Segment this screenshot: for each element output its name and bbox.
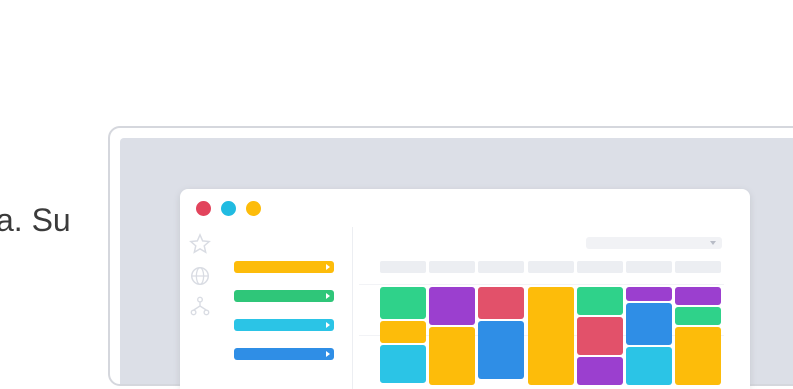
- app-window-illustration: [180, 189, 750, 389]
- board-cell: [626, 303, 672, 345]
- chevron-right-icon: [326, 293, 330, 299]
- menu-item-3: [234, 319, 334, 331]
- board-header-row: [380, 261, 724, 273]
- chevron-right-icon: [326, 351, 330, 357]
- board-column: [527, 287, 574, 389]
- board-column: [576, 287, 623, 389]
- close-dot: [196, 201, 211, 216]
- board-column: [675, 287, 722, 389]
- minimize-dot: [221, 201, 236, 216]
- board-cell: [527, 287, 574, 385]
- chevron-down-icon: [710, 241, 716, 245]
- board-content: [353, 227, 750, 389]
- column-header-cell: [380, 261, 426, 273]
- column-header-cell: [576, 261, 623, 273]
- board-cell: [675, 327, 722, 385]
- org-chart-icon: [190, 296, 210, 316]
- board-cell: [576, 287, 623, 315]
- board-cell: [576, 357, 623, 385]
- column-header-cell: [429, 261, 476, 273]
- board-cell: [429, 287, 476, 325]
- menu-item-1: [234, 261, 334, 273]
- board-cell: [478, 321, 525, 379]
- board-column: [380, 287, 426, 389]
- board-cell: [626, 287, 672, 301]
- side-menu: [220, 227, 353, 389]
- menu-item-2: [234, 290, 334, 302]
- column-header-cell: [626, 261, 672, 273]
- board-cell: [380, 345, 426, 383]
- column-header-cell: [527, 261, 574, 273]
- board-cell: [429, 327, 476, 385]
- board-cell: [380, 321, 426, 343]
- board-cell: [626, 347, 672, 385]
- menu-item-4: [234, 348, 334, 360]
- board-cell: [478, 287, 525, 319]
- star-icon: [189, 233, 211, 254]
- filter-dropdown: [586, 237, 722, 249]
- window-titlebar: [180, 189, 750, 227]
- board-cell: [380, 287, 426, 319]
- chevron-right-icon: [326, 322, 330, 328]
- board-cell: [675, 307, 722, 325]
- column-header-cell: [675, 261, 722, 273]
- maximize-dot: [246, 201, 261, 216]
- body-text-fragment: a. Su: [0, 202, 71, 238]
- gridline: [359, 284, 724, 285]
- board-column: [478, 287, 525, 389]
- chevron-right-icon: [326, 264, 330, 270]
- globe-icon: [191, 267, 209, 285]
- icon-rail: [180, 227, 220, 389]
- board-cell: [675, 287, 722, 305]
- board-cell: [576, 317, 623, 355]
- column-header-cell: [478, 261, 525, 273]
- board-column: [429, 287, 476, 389]
- board-column: [626, 287, 672, 389]
